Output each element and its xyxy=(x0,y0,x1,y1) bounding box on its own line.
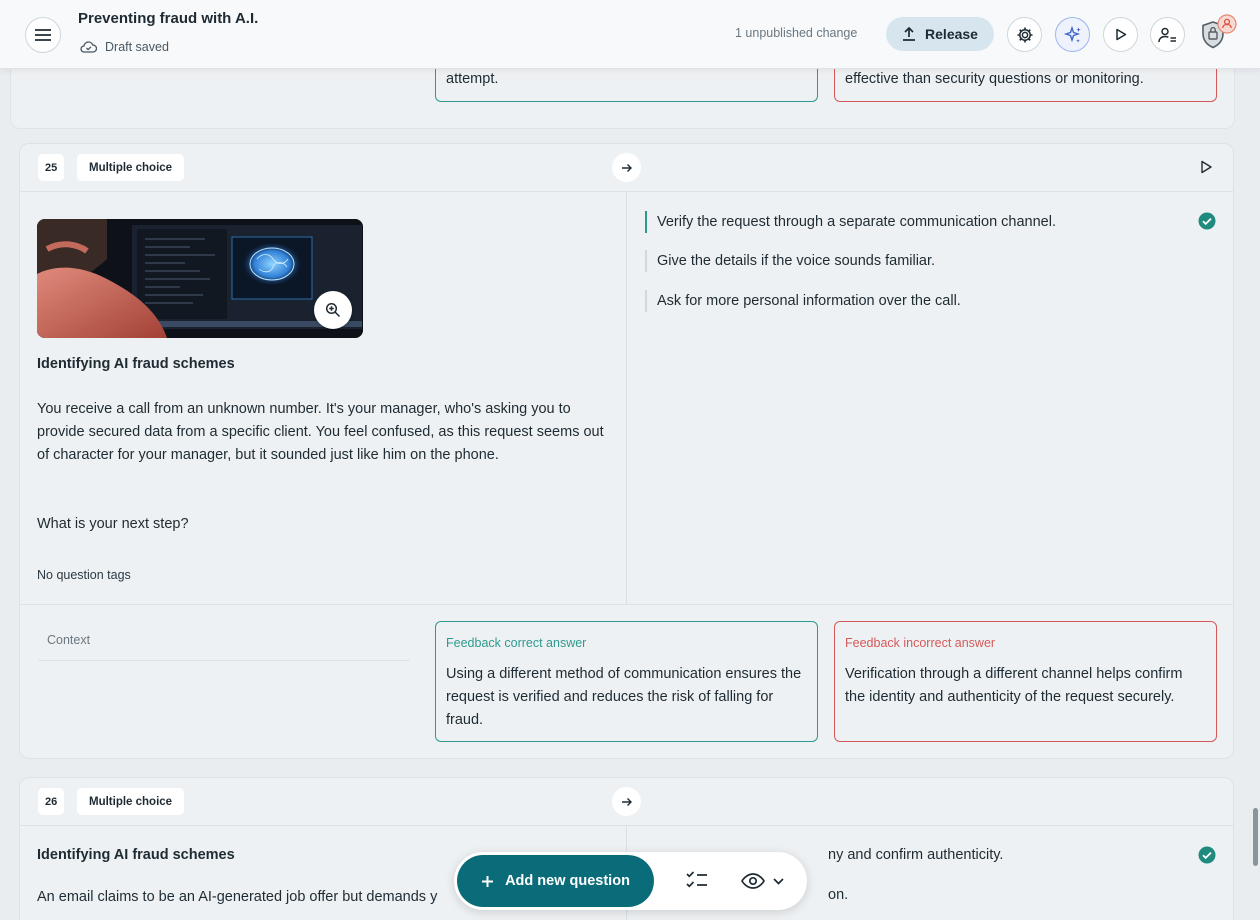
context-field-label[interactable]: Context xyxy=(47,633,90,647)
question-body[interactable]: You receive a call from an unknown numbe… xyxy=(37,398,612,467)
answer-bar xyxy=(645,211,647,233)
draft-status: Draft saved xyxy=(80,40,169,54)
feedback-incorrect-text: effective than security questions or mon… xyxy=(845,71,1144,87)
zoom-in-icon xyxy=(325,302,341,318)
chevron-down-icon xyxy=(773,877,784,885)
feedback-correct-text: attempt. xyxy=(446,71,499,87)
shield-lock-icon xyxy=(1202,14,1237,49)
correct-check-icon[interactable] xyxy=(1198,846,1216,864)
share-button[interactable] xyxy=(1150,17,1185,52)
answer-text: Ask for more personal information over t… xyxy=(657,293,961,309)
column-divider xyxy=(626,192,627,604)
release-label: Release xyxy=(925,26,978,42)
bottom-toolbar: Add new question xyxy=(454,852,807,910)
context-field-underline xyxy=(38,660,410,661)
answer-bar xyxy=(645,250,647,272)
eye-icon xyxy=(741,873,765,889)
answer-text: Verify the request through a separate co… xyxy=(657,214,1056,230)
answer-text: Give the details if the voice sounds fam… xyxy=(657,253,936,269)
answer-bar xyxy=(645,290,647,312)
answer-option[interactable]: Give the details if the voice sounds fam… xyxy=(645,250,935,272)
question-number: 26 xyxy=(38,788,65,815)
ai-assistant-button[interactable] xyxy=(1055,17,1090,52)
answer-text: ny and confirm authenticity. xyxy=(828,847,1004,863)
menu-button[interactable] xyxy=(25,17,61,53)
feedback-incorrect-label: Feedback incorrect answer xyxy=(845,636,996,650)
question-prompt[interactable]: What is your next step? xyxy=(37,513,612,536)
question-number: 25 xyxy=(38,154,65,181)
unpublished-count: 1 unpublished change xyxy=(735,26,858,40)
zoom-image-button[interactable] xyxy=(314,291,352,329)
cloud-check-icon xyxy=(80,41,97,53)
arrow-right-icon xyxy=(621,163,632,172)
top-bar: Preventing fraud with A.I. Draft saved 1… xyxy=(0,0,1260,69)
card-footer-divider xyxy=(20,604,1233,605)
sparkle-icon xyxy=(1063,25,1081,43)
scrollbar[interactable] xyxy=(1253,808,1258,866)
feedback-incorrect-text: Verification through a different channel… xyxy=(845,666,1183,705)
preview-button[interactable] xyxy=(1103,17,1138,52)
question-image[interactable] xyxy=(37,219,363,338)
plus-icon xyxy=(482,875,494,887)
draft-status-text: Draft saved xyxy=(105,40,169,54)
question-type-badge[interactable]: Multiple choice xyxy=(77,788,185,815)
user-share-icon xyxy=(1158,27,1176,42)
visibility-dropdown[interactable] xyxy=(741,867,791,895)
add-question-button[interactable]: Add new question xyxy=(457,855,654,907)
arrow-right-icon xyxy=(621,797,632,806)
answer-text: on. xyxy=(828,887,849,903)
correct-check-icon[interactable] xyxy=(1198,212,1216,230)
upload-icon xyxy=(903,27,916,41)
question-card: 25 Multiple choice Identifying AI fraud … xyxy=(19,143,1234,759)
question-header: 26 Multiple choice xyxy=(20,778,1233,826)
ai-brain-image xyxy=(37,219,363,338)
play-icon[interactable] xyxy=(1199,160,1213,174)
release-button[interactable]: Release xyxy=(886,17,994,51)
hamburger-icon xyxy=(35,29,51,41)
checklist-icon[interactable] xyxy=(685,869,709,891)
answer-option[interactable]: Ask for more personal information over t… xyxy=(645,290,961,312)
question-title[interactable]: Identifying AI fraud schemes xyxy=(37,356,235,372)
move-question-button[interactable] xyxy=(612,153,641,182)
play-icon xyxy=(1115,28,1126,41)
question-tags[interactable]: No question tags xyxy=(37,568,131,582)
move-question-button[interactable] xyxy=(612,787,641,816)
gear-icon xyxy=(1017,27,1032,42)
answer-option[interactable]: on. xyxy=(816,884,848,906)
question-header: 25 Multiple choice xyxy=(20,144,1233,192)
feedback-correct-box[interactable]: Feedback correct answer Using a differen… xyxy=(435,621,818,742)
avatar[interactable] xyxy=(1198,14,1240,56)
answer-option[interactable]: ny and confirm authenticity. xyxy=(816,844,1003,866)
feedback-correct-text: Using a different method of communicatio… xyxy=(446,666,802,728)
page-title: Preventing fraud with A.I. xyxy=(78,10,259,27)
feedback-correct-label: Feedback correct answer xyxy=(446,636,587,650)
add-question-label: Add new question xyxy=(505,873,630,889)
feedback-incorrect-box[interactable]: Feedback incorrect answer Verification t… xyxy=(834,621,1217,742)
settings-button[interactable] xyxy=(1007,17,1042,52)
answer-option[interactable]: Verify the request through a separate co… xyxy=(645,211,1056,233)
question-type-badge[interactable]: Multiple choice xyxy=(77,154,185,181)
question-title[interactable]: Identifying AI fraud schemes xyxy=(37,847,235,863)
